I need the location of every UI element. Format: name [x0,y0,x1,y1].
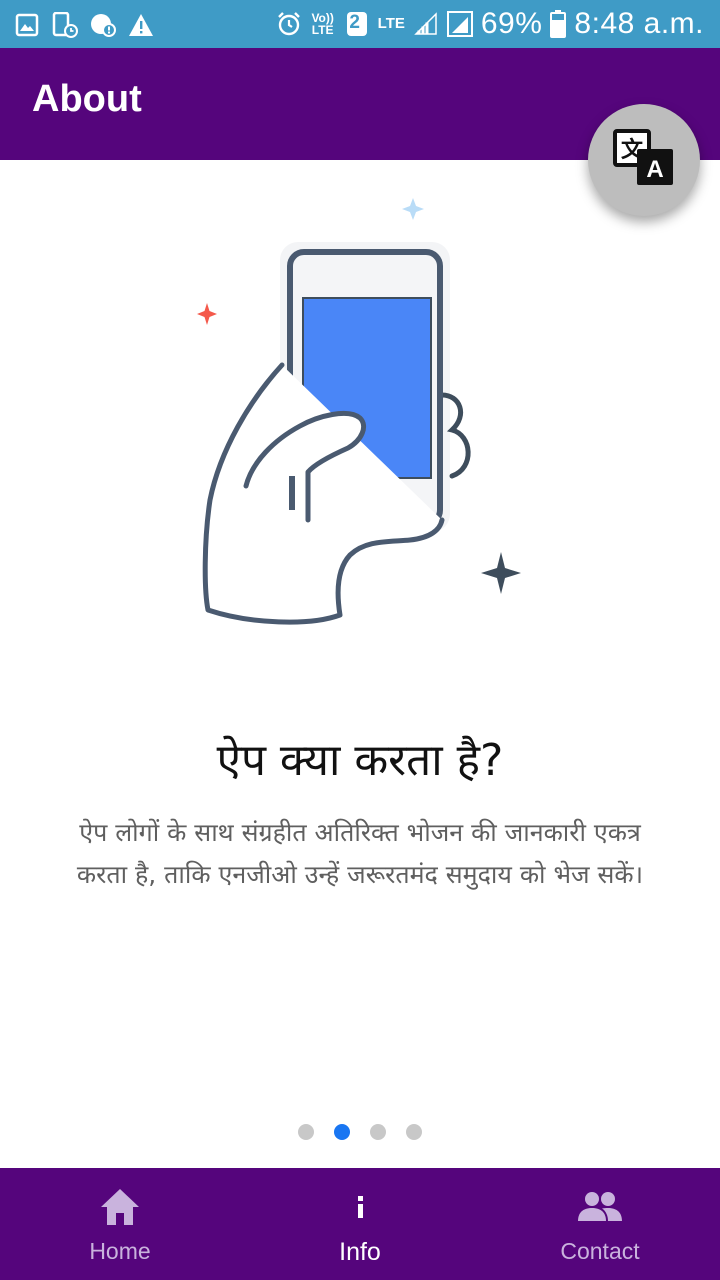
pager-dot-2[interactable] [334,1124,350,1140]
schedule-icon [52,12,78,38]
status-bar: Vo)) LTE 2 LTE 69% 8:48 a.m. [0,0,720,48]
sparkle-dark-icon [481,552,521,594]
page-title: About [32,78,142,120]
slide-description: ऐप लोगों के साथ संग्रहीत अतिरिक्त भोजन क… [76,818,644,889]
sparkle-red-icon [197,303,217,325]
slide-heading: ऐप क्या करता है? [216,735,504,786]
nav-item-home[interactable]: Home [0,1168,240,1280]
nav-label-contact: Contact [560,1238,640,1264]
pager-indicator [0,1124,720,1140]
status-bar-left [14,10,154,40]
gallery-icon [14,12,40,38]
pager-dot-3[interactable] [370,1124,386,1140]
pager-dot-1[interactable] [298,1124,314,1140]
nav-item-contact[interactable]: Contact [480,1168,720,1280]
translate-icon: 文 A [613,129,675,191]
signal-roaming-icon [446,11,473,37]
volte-label: Vo)) LTE [311,11,334,37]
nav-label-home: Home [89,1238,151,1264]
signal-icon [413,11,439,37]
status-bar-right: Vo)) LTE 2 LTE 69% 8:48 a.m. [276,6,704,42]
lte-label: LTE [377,15,405,32]
home-icon [100,1186,140,1228]
sim-2-icon: 2 [344,11,370,37]
sparkle-blue-icon [402,198,424,220]
svg-text:A: A [646,156,663,183]
battery-percent: 69% [480,7,543,40]
nav-item-info[interactable]: Info [240,1168,480,1280]
people-icon [577,1186,623,1228]
bottom-navigation: Home Info Contact [0,1168,720,1280]
status-time: 8:48 a.m. [574,7,704,40]
pager-dot-4[interactable] [406,1124,422,1140]
sim-label: 2 [349,12,360,33]
battery-icon [550,10,567,38]
alarm-icon [276,11,302,37]
about-screen: Vo)) LTE 2 LTE 69% 8:48 a.m. About 文 A ऐ… [0,0,720,1280]
info-icon [353,1186,367,1228]
hand-holding-phone-illustration [190,190,530,640]
translate-button[interactable]: 文 A [588,104,700,216]
nav-label-info: Info [339,1238,381,1266]
data-alert-icon [90,12,116,38]
warning-icon [128,12,154,38]
